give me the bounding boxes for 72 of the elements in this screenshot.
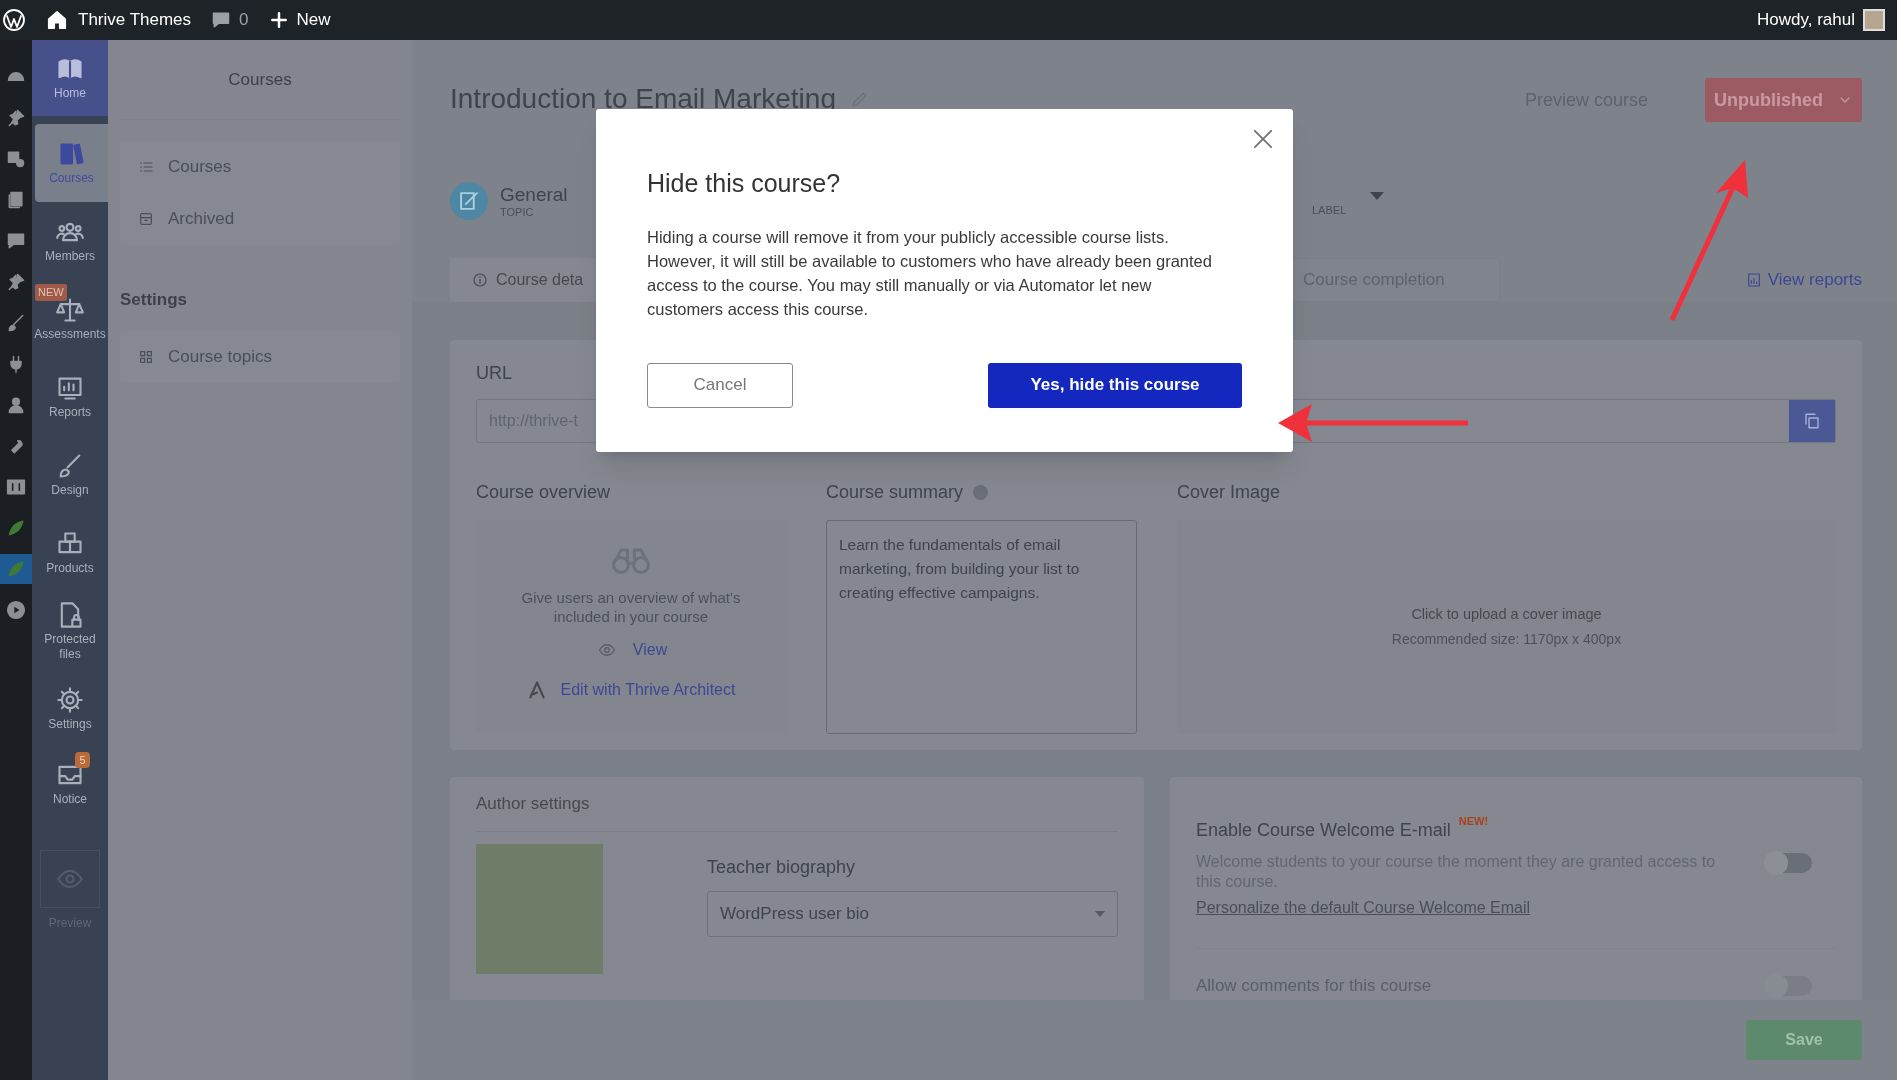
count-badge: 5 bbox=[75, 752, 90, 768]
new-badge: NEW bbox=[35, 284, 67, 301]
wordpress-logo-icon[interactable] bbox=[2, 8, 26, 32]
user-icon bbox=[6, 395, 26, 415]
personalize-email-link[interactable]: Personalize the default Course Welcome Email bbox=[1196, 896, 1716, 920]
comment-icon bbox=[6, 231, 26, 251]
architect-logo-icon bbox=[526, 680, 547, 700]
caret-icon[interactable] bbox=[1370, 192, 1385, 201]
nav-item[interactable]: Notice 5 bbox=[32, 748, 108, 820]
new-link[interactable]: New bbox=[268, 7, 331, 33]
edit-architect-link[interactable]: Edit with Thrive Architect bbox=[526, 678, 736, 702]
comment-icon bbox=[211, 10, 232, 30]
section-title: Course summary bbox=[826, 481, 964, 504]
nav-link[interactable]: Archived bbox=[120, 193, 400, 245]
setting-title: Enable Course Welcome E-mail bbox=[1196, 819, 1451, 842]
course-title: Introduction to Email Marketing bbox=[450, 82, 836, 116]
brush-icon bbox=[6, 313, 26, 333]
nav-item[interactable]: Products bbox=[32, 514, 108, 592]
scales-icon bbox=[56, 296, 84, 324]
nav-item[interactable]: NEW Assessments bbox=[32, 280, 108, 358]
status-dropdown[interactable]: Unpublished bbox=[1705, 78, 1862, 122]
play-icon bbox=[6, 600, 26, 620]
dialog-title: Hide this course? bbox=[647, 168, 842, 199]
nav-item[interactable]: Settings bbox=[32, 670, 108, 748]
view-reports-link[interactable]: View reports bbox=[1745, 258, 1862, 302]
chart-icon bbox=[1745, 272, 1762, 288]
field-label: Teacher biography bbox=[707, 855, 857, 879]
nav-item[interactable]: Courses bbox=[35, 124, 108, 202]
summary-textarea[interactable]: Learn the fundamentals of email marketing, from building your list to creating effective campaigns. bbox=[826, 520, 1137, 734]
section-title: Settings bbox=[120, 289, 189, 311]
archive-icon bbox=[138, 211, 154, 227]
biography-dropdown[interactable]: WordPress user bio bbox=[707, 890, 1118, 937]
grid-icon bbox=[138, 348, 154, 365]
confirm-button[interactable]: Yes, hide this course bbox=[988, 362, 1242, 408]
card-title: Author settings bbox=[476, 791, 1118, 832]
save-button[interactable]: Save bbox=[1746, 1020, 1862, 1060]
upload-hint: Click to upload a cover image bbox=[1411, 604, 1602, 624]
media-icon bbox=[6, 149, 26, 169]
section-title: Courses bbox=[120, 40, 400, 120]
dialog-message: Hiding a course will remove it from your publicly accessible course lists. However, it will still be available to customers who have already been granted access to the course. You may still manually or via Automator let new customers access this course. bbox=[647, 226, 1213, 320]
pin-icon bbox=[6, 272, 26, 292]
settings-icon bbox=[56, 686, 84, 714]
info-icon bbox=[472, 272, 488, 288]
home-icon[interactable] bbox=[46, 9, 68, 31]
comments-link[interactable]: 0 bbox=[211, 7, 249, 33]
view-link[interactable]: View bbox=[594, 638, 668, 662]
cancel-button[interactable]: Cancel bbox=[647, 362, 793, 408]
greeting-link[interactable]: Howdy, rahul bbox=[1757, 7, 1855, 33]
nav-item[interactable]: Protected files bbox=[32, 592, 108, 670]
toggle-switch[interactable] bbox=[1764, 853, 1812, 873]
sliders-icon bbox=[6, 477, 26, 497]
new-label: NEW! bbox=[1458, 814, 1489, 829]
topic-icon bbox=[450, 182, 488, 220]
pages-icon bbox=[6, 190, 26, 210]
plus-icon bbox=[268, 10, 289, 30]
caret-icon bbox=[1095, 910, 1105, 917]
section-title: Course overview bbox=[476, 481, 612, 504]
topic-name: General bbox=[500, 183, 568, 206]
field-label: URL bbox=[476, 362, 512, 385]
site-name-link[interactable]: Thrive Themes bbox=[78, 7, 192, 33]
nav-item[interactable]: Home bbox=[32, 40, 108, 116]
section-title: Cover Image bbox=[1177, 481, 1282, 504]
pin-icon bbox=[6, 108, 26, 128]
nav-link[interactable]: Course topics bbox=[120, 330, 400, 383]
leaf-icon bbox=[6, 559, 26, 579]
nav-item[interactable]: Design bbox=[32, 436, 108, 514]
list-icon bbox=[138, 159, 154, 175]
nav-link[interactable]: Courses bbox=[120, 141, 400, 193]
nav-item[interactable]: Reports bbox=[32, 358, 108, 436]
nav-item[interactable]: Members bbox=[32, 202, 108, 280]
leaf-icon bbox=[6, 518, 26, 538]
copy-icon bbox=[1803, 412, 1821, 430]
